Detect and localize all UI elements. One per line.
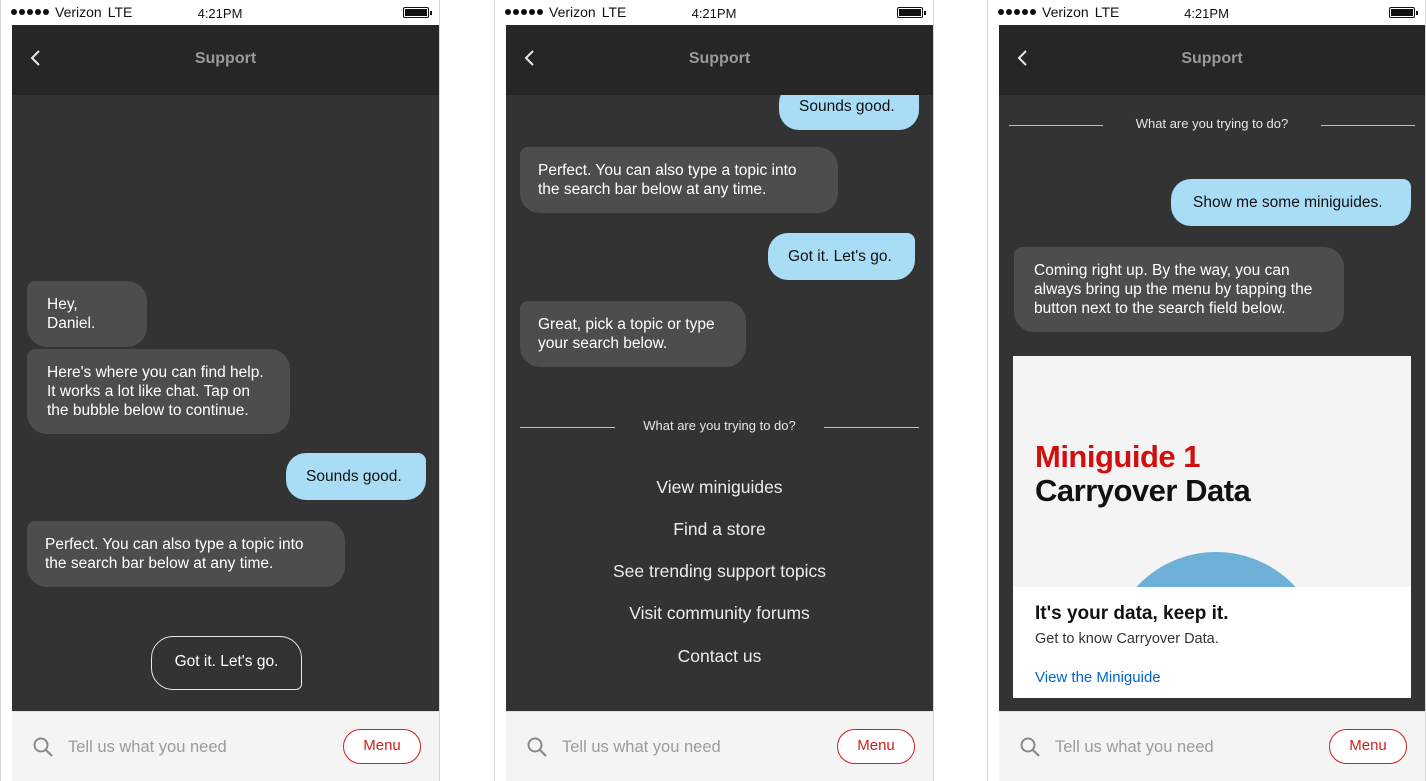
clock: 4:21PM bbox=[1184, 6, 1229, 21]
menu-button[interactable]: Menu bbox=[343, 729, 421, 764]
section-divider: What are you trying to do? bbox=[1009, 115, 1415, 135]
user-message: Sounds good. bbox=[286, 453, 426, 500]
bot-message: Hey, Daniel. bbox=[27, 281, 147, 347]
miniguide-card[interactable]: Miniguide 1 Carryover Data It's your dat… bbox=[1013, 356, 1411, 698]
phone-screen-3: Verizon LTE 4:21PM Support What are you … bbox=[987, 0, 1426, 781]
menu-button[interactable]: Menu bbox=[837, 729, 915, 764]
battery-icon bbox=[897, 7, 926, 18]
option-view-miniguides[interactable]: View miniguides bbox=[506, 477, 933, 498]
chat-screen: Sounds good. Support Perfect. You can al… bbox=[506, 25, 933, 711]
page-title: Support bbox=[1181, 50, 1243, 67]
phone-screen-1: Verizon LTE 4:21PM Support Hey, Daniel. … bbox=[0, 0, 440, 781]
nav-bar: Support bbox=[999, 25, 1425, 95]
card-title: It's your data, keep it. bbox=[1035, 603, 1229, 624]
status-bar: Verizon LTE 4:21PM bbox=[1, 0, 439, 25]
card-headline: Carryover Data bbox=[1035, 473, 1251, 508]
chat-screen: Support Hey, Daniel. Here's where you ca… bbox=[12, 25, 439, 711]
battery-icon bbox=[403, 7, 432, 18]
search-input[interactable]: Tell us what you need bbox=[1055, 738, 1214, 757]
section-divider: What are you trying to do? bbox=[520, 417, 919, 437]
status-bar: Verizon LTE 4:21PM bbox=[988, 0, 1425, 25]
option-find-a-store[interactable]: Find a store bbox=[506, 519, 933, 540]
nav-bar: Support bbox=[12, 25, 439, 95]
got-it-button[interactable]: Got it. Let's go. bbox=[151, 636, 302, 690]
chat-screen: Support What are you trying to do? Show … bbox=[999, 25, 1425, 711]
clock: 4:21PM bbox=[691, 6, 737, 21]
search-input[interactable]: Tell us what you need bbox=[562, 738, 721, 757]
option-trending-topics[interactable]: See trending support topics bbox=[506, 561, 933, 582]
bot-message: Perfect. You can also type a topic into … bbox=[27, 521, 345, 587]
search-bar: Tell us what you need Menu bbox=[506, 711, 933, 781]
page-title: Support bbox=[194, 50, 257, 67]
search-input[interactable]: Tell us what you need bbox=[68, 738, 227, 757]
divider-label: What are you trying to do? bbox=[1135, 116, 1289, 131]
search-icon bbox=[1020, 737, 1040, 757]
bot-message: Here's where you can find help. It works… bbox=[27, 349, 290, 434]
divider-label: What are you trying to do? bbox=[643, 418, 796, 433]
search-icon bbox=[527, 737, 547, 757]
view-miniguide-link[interactable]: View the Miniguide bbox=[1035, 669, 1161, 686]
phone-screen-2: Verizon LTE 4:21PM Sounds good. Support … bbox=[494, 0, 934, 781]
card-subtitle: Get to know Carryover Data. bbox=[1035, 631, 1219, 647]
search-bar: Tell us what you need Menu bbox=[999, 711, 1425, 781]
option-contact-us[interactable]: Contact us bbox=[506, 646, 933, 667]
menu-button[interactable]: Menu bbox=[1329, 729, 1407, 764]
page-title: Support bbox=[688, 50, 751, 67]
user-message: Show me some miniguides. bbox=[1171, 179, 1411, 226]
card-footer: It's your data, keep it. Get to know Car… bbox=[1013, 587, 1411, 698]
bot-message: Coming right up. By the way, you can alw… bbox=[1014, 247, 1344, 332]
clock: 4:21PM bbox=[197, 6, 243, 21]
battery-icon bbox=[1389, 7, 1418, 18]
card-kicker: Miniguide 1 bbox=[1035, 439, 1201, 474]
status-bar: Verizon LTE 4:21PM bbox=[495, 0, 933, 25]
option-community-forums[interactable]: Visit community forums bbox=[506, 603, 933, 624]
user-message: Got it. Let's go. bbox=[768, 233, 915, 280]
nav-bar: Support bbox=[506, 25, 933, 95]
bot-message: Perfect. You can also type a topic into … bbox=[520, 147, 838, 213]
search-bar: Tell us what you need Menu bbox=[12, 711, 439, 781]
search-icon bbox=[33, 737, 53, 757]
bot-message: Great, pick a topic or type your search … bbox=[520, 301, 746, 367]
